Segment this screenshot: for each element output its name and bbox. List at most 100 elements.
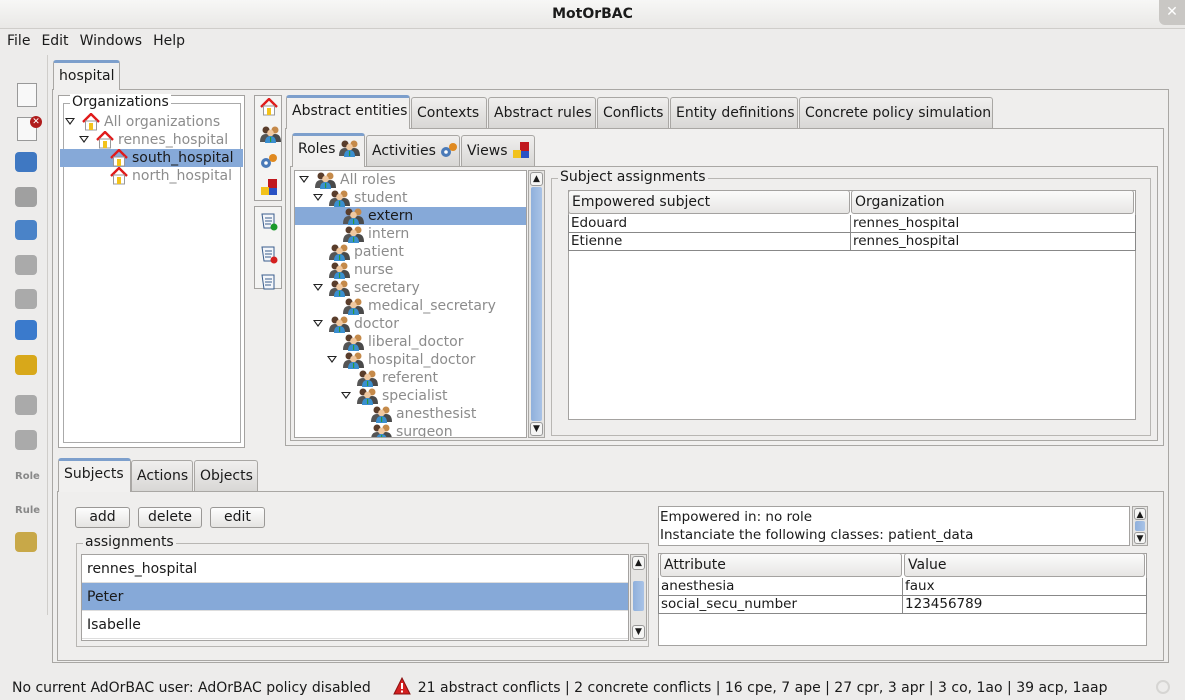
add-button[interactable]: add — [75, 507, 130, 528]
tree-item-extern[interactable]: extern — [295, 207, 526, 225]
column-header[interactable]: Empowered subject — [568, 190, 850, 214]
expand-arrow-icon[interactable] — [313, 194, 323, 201]
close-policy-icon[interactable]: ✕ — [15, 116, 42, 141]
roles-icon[interactable] — [259, 125, 281, 145]
list-item[interactable]: Peter — [82, 583, 628, 611]
table-cell[interactable]: rennes_hospital — [851, 215, 1136, 233]
open-folder-icon[interactable] — [15, 150, 39, 174]
scroll-thumb[interactable] — [531, 187, 542, 421]
expand-arrow-icon[interactable] — [313, 320, 323, 327]
expand-arrow-icon[interactable] — [327, 356, 337, 363]
subject-info-text[interactable]: Empowered in: no role Instanciate the fo… — [658, 506, 1130, 546]
tab-views[interactable]: Views — [461, 135, 535, 166]
expand-arrow-icon[interactable] — [341, 392, 351, 399]
save-as-icon[interactable] — [15, 218, 39, 242]
tab-activities[interactable]: Activities — [366, 135, 460, 166]
expand-arrow-icon[interactable] — [299, 176, 309, 183]
scroll-thumb[interactable] — [1135, 521, 1145, 531]
tree-item-nurse[interactable]: nurse — [295, 261, 526, 279]
rule-icon[interactable]: Rule — [15, 497, 40, 521]
column-header[interactable]: Organization — [851, 190, 1134, 214]
tree-item-referent[interactable]: referent — [295, 369, 526, 387]
new-policy-icon[interactable] — [15, 83, 39, 107]
undo-icon[interactable] — [15, 253, 39, 277]
tree-item-patient[interactable]: patient — [295, 243, 526, 261]
tree-item-specialist[interactable]: specialist — [295, 387, 526, 405]
window-title: MotOrBAC — [552, 6, 633, 22]
search-icon[interactable] — [15, 530, 39, 554]
tab-roles[interactable]: Roles — [292, 133, 365, 167]
tab-entity-definitions[interactable]: Entity definitions — [670, 97, 798, 128]
tree-item-student[interactable]: student — [295, 189, 526, 207]
role-icon[interactable]: Role — [15, 463, 40, 487]
delete-button[interactable]: delete — [138, 507, 202, 528]
table-cell[interactable]: 123456789 — [903, 596, 1147, 614]
activities-icon[interactable] — [259, 152, 279, 172]
menu-help[interactable]: Help — [146, 30, 189, 52]
conflicts-status[interactable]: 21 abstract conflicts | 2 concrete confl… — [418, 680, 1108, 696]
table-cell[interactable]: Etienne — [568, 233, 851, 251]
tree-item-anesthesist[interactable]: anesthesist — [295, 405, 526, 423]
info-scrollbar[interactable]: ▲ ▼ — [1132, 506, 1148, 546]
tab-contexts[interactable]: Contexts — [411, 97, 487, 128]
security-lock-icon[interactable] — [15, 353, 39, 377]
tree-item-surgeon[interactable]: surgeon — [295, 423, 526, 437]
scroll-thumb[interactable] — [633, 581, 644, 611]
menu-edit[interactable]: Edit — [34, 30, 72, 52]
scroll-down-icon[interactable]: ▼ — [530, 422, 543, 436]
tab-hospital[interactable]: hospital — [53, 60, 120, 90]
save-icon[interactable] — [15, 185, 39, 209]
tree-item-liberal_doctor[interactable]: liberal_doctor — [295, 333, 526, 351]
close-icon[interactable]: ✕ — [1159, 0, 1185, 25]
scroll-up-icon[interactable]: ▲ — [530, 172, 543, 186]
views-icon[interactable] — [259, 178, 279, 198]
menu-windows[interactable]: Windows — [73, 30, 147, 52]
expand-arrow-icon[interactable] — [313, 284, 323, 291]
tab-concrete-policy-simulation[interactable]: Concrete policy simulation — [799, 97, 993, 128]
list-item[interactable]: rennes_hospital — [82, 555, 628, 583]
table-cell[interactable]: Edouard — [568, 215, 851, 233]
tab-abstract-rules[interactable]: Abstract rules — [488, 97, 596, 128]
table-cell[interactable]: faux — [903, 578, 1147, 596]
user-group-icon[interactable] — [15, 428, 39, 452]
expand-arrow-icon[interactable] — [65, 118, 75, 125]
redo-icon[interactable] — [15, 287, 39, 311]
scroll-up-icon[interactable]: ▲ — [1134, 508, 1146, 520]
tree-item-doctor[interactable]: doctor — [295, 315, 526, 333]
scroll-down-icon[interactable]: ▼ — [632, 625, 645, 639]
organization-icon[interactable] — [259, 97, 279, 118]
tree-item-intern[interactable]: intern — [295, 225, 526, 243]
column-header[interactable]: Value — [904, 553, 1145, 577]
roles-scrollbar[interactable]: ▲ ▼ — [528, 170, 545, 438]
tree-item-All roles[interactable]: All roles — [295, 171, 526, 189]
tree-item-medical_secretary[interactable]: medical_secretary — [295, 297, 526, 315]
edit-button[interactable]: edit — [210, 507, 265, 528]
tree-item-rennes_hospital[interactable]: rennes_hospital — [60, 130, 243, 149]
tree-item-label: referent — [382, 370, 439, 386]
tree-item-north_hospital[interactable]: north_hospital — [60, 166, 243, 185]
scroll-down-icon[interactable]: ▼ — [1134, 532, 1146, 544]
tab-abstract-entities[interactable]: Abstract entities — [286, 95, 410, 129]
rule-scroll-permission-icon[interactable] — [259, 211, 279, 231]
scroll-up-icon[interactable]: ▲ — [632, 556, 645, 570]
tree-item-All organizations[interactable]: All organizations — [60, 112, 243, 131]
list-item[interactable]: Isabelle — [82, 611, 628, 639]
expand-arrow-icon[interactable] — [79, 136, 89, 143]
table-cell[interactable]: social_secu_number — [658, 596, 903, 614]
tree-item-hospital_doctor[interactable]: hospital_doctor — [295, 351, 526, 369]
tree-item-secretary[interactable]: secretary — [295, 279, 526, 297]
tab-objects[interactable]: Objects — [194, 460, 258, 491]
tab-actions[interactable]: Actions — [131, 460, 193, 491]
tab-conflicts[interactable]: Conflicts — [597, 97, 669, 128]
tab-subjects[interactable]: Subjects — [58, 458, 131, 492]
menu-file[interactable]: File — [0, 30, 34, 52]
table-cell[interactable]: rennes_hospital — [851, 233, 1136, 251]
refresh-icon[interactable] — [15, 318, 39, 342]
assignments-scrollbar[interactable]: ▲ ▼ — [630, 554, 647, 641]
rule-scroll-icon[interactable] — [259, 272, 279, 292]
rule-scroll-prohibition-icon[interactable] — [259, 244, 279, 264]
column-header[interactable]: Attribute — [660, 553, 902, 577]
tree-item-south_hospital[interactable]: south_hospital — [60, 148, 243, 167]
table-cell[interactable]: anesthesia — [658, 578, 903, 596]
users-icon[interactable] — [15, 393, 39, 417]
